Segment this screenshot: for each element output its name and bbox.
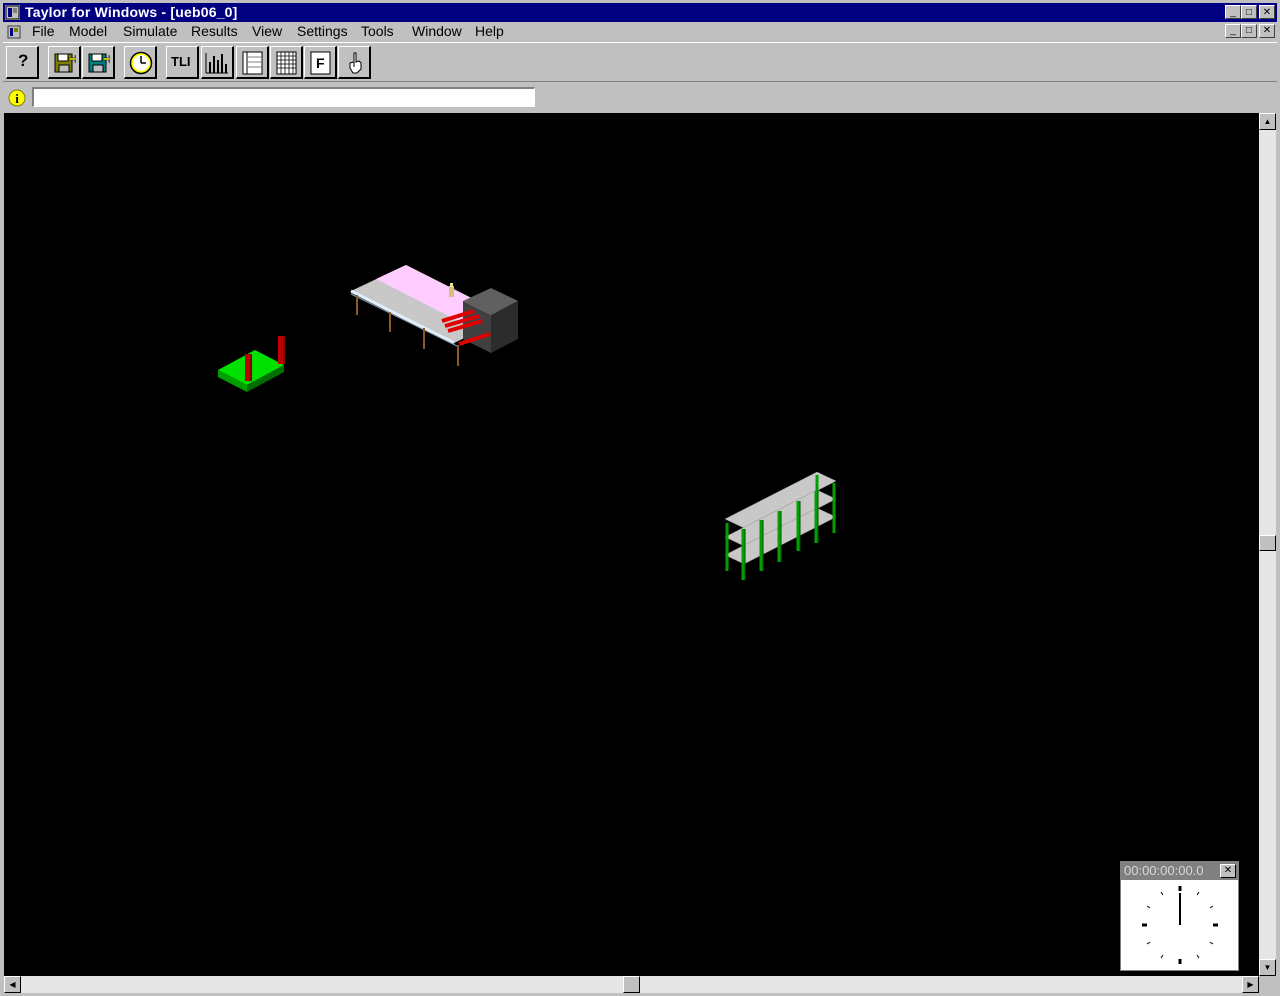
open-button[interactable] <box>48 46 81 79</box>
doc-close-icon: ✕ <box>1262 25 1272 36</box>
close-icon: ✕ <box>1262 7 1272 18</box>
tli-icon: TLI <box>171 54 191 69</box>
save-button[interactable] <box>82 46 115 79</box>
clock-time-readout: 00:00:00:00.0 <box>1124 863 1204 878</box>
clock-close-button[interactable]: ✕ <box>1220 864 1236 878</box>
menu-view[interactable]: View <box>252 23 282 39</box>
doc-close-button[interactable]: ✕ <box>1259 24 1275 38</box>
minimize-icon: _ <box>1230 7 1236 18</box>
info-bar: i <box>3 84 1277 112</box>
model-scene[interactable] <box>4 113 1259 976</box>
scrollbar-corner <box>1259 976 1276 993</box>
f-panel-button[interactable]: F <box>304 46 337 79</box>
menu-window[interactable]: Window <box>412 23 462 39</box>
close-button[interactable]: ✕ <box>1259 5 1275 19</box>
scroll-up-button[interactable]: ▲ <box>1259 113 1276 130</box>
clock-header[interactable]: 00:00:00:00.0 ✕ <box>1121 862 1238 880</box>
open-file-icon <box>54 53 76 73</box>
bar-chart-icon <box>205 53 228 74</box>
simulation-clock-window[interactable]: 00:00:00:00.0 ✕ <box>1120 861 1239 971</box>
minimize-button[interactable]: _ <box>1225 5 1241 19</box>
menu-tools[interactable]: Tools <box>361 23 394 39</box>
source-station[interactable] <box>218 336 285 392</box>
chart-button[interactable] <box>201 46 234 79</box>
menu-results[interactable]: Results <box>191 23 238 39</box>
menu-model[interactable]: Model <box>69 23 107 39</box>
menu-help[interactable]: Help <box>475 23 504 39</box>
clock-icon <box>129 51 153 75</box>
status-message-field <box>32 87 535 107</box>
scroll-down-button[interactable]: ▼ <box>1259 959 1276 976</box>
horizontal-scroll-thumb[interactable] <box>623 976 640 993</box>
clock-button[interactable] <box>124 46 157 79</box>
doc-restore-icon: □ <box>1245 25 1253 36</box>
scroll-left-button[interactable]: ◀ <box>4 976 21 993</box>
f-panel-label: F <box>316 55 325 71</box>
doc-minimize-icon: _ <box>1230 25 1236 36</box>
vertical-scroll-thumb[interactable] <box>1259 535 1276 551</box>
doc-minimize-button[interactable]: _ <box>1225 24 1241 38</box>
arrow-down-icon: ▼ <box>1263 963 1272 972</box>
svg-text:i: i <box>15 91 19 106</box>
menu-bar: File Model Simulate Results View Setting… <box>3 22 1277 41</box>
simulation-viewport[interactable] <box>4 113 1259 976</box>
toolbar: ? TLI F <box>3 42 1277 82</box>
storage-rack[interactable] <box>724 471 837 580</box>
hand-pointer-icon <box>349 52 362 74</box>
info-icon: i <box>7 88 27 108</box>
window-title: Taylor for Windows - [ueb06_0] <box>25 4 238 20</box>
arrow-left-icon: ◀ <box>9 980 16 989</box>
close-icon: ✕ <box>1223 865 1233 876</box>
vertical-scrollbar[interactable]: ▲ ▼ <box>1259 113 1276 976</box>
analog-clock-icon <box>1142 886 1218 964</box>
doc-restore-button[interactable]: □ <box>1241 24 1257 38</box>
list-icon <box>242 51 263 75</box>
save-file-icon <box>88 53 110 73</box>
horizontal-scrollbar[interactable]: ◀ ▶ <box>4 976 1259 993</box>
tli-button[interactable]: TLI <box>166 46 199 79</box>
help-button[interactable]: ? <box>6 46 39 79</box>
menu-settings[interactable]: Settings <box>297 23 348 39</box>
maximize-button[interactable]: □ <box>1241 5 1257 19</box>
list-button[interactable] <box>236 46 269 79</box>
scroll-right-button[interactable]: ▶ <box>1242 976 1259 993</box>
pointer-button[interactable] <box>338 46 371 79</box>
app-icon[interactable] <box>5 5 20 20</box>
maximize-icon: □ <box>1245 7 1253 18</box>
menu-file[interactable]: File <box>32 23 55 39</box>
arrow-right-icon: ▶ <box>1247 980 1254 989</box>
document-icon[interactable] <box>7 25 21 39</box>
grid-icon <box>276 51 297 75</box>
title-bar: Taylor for Windows - [ueb06_0] _ □ ✕ <box>3 3 1277 22</box>
menu-simulate[interactable]: Simulate <box>123 23 177 39</box>
help-icon: ? <box>18 51 29 70</box>
arrow-up-icon: ▲ <box>1263 117 1272 126</box>
grid-button[interactable] <box>270 46 303 79</box>
